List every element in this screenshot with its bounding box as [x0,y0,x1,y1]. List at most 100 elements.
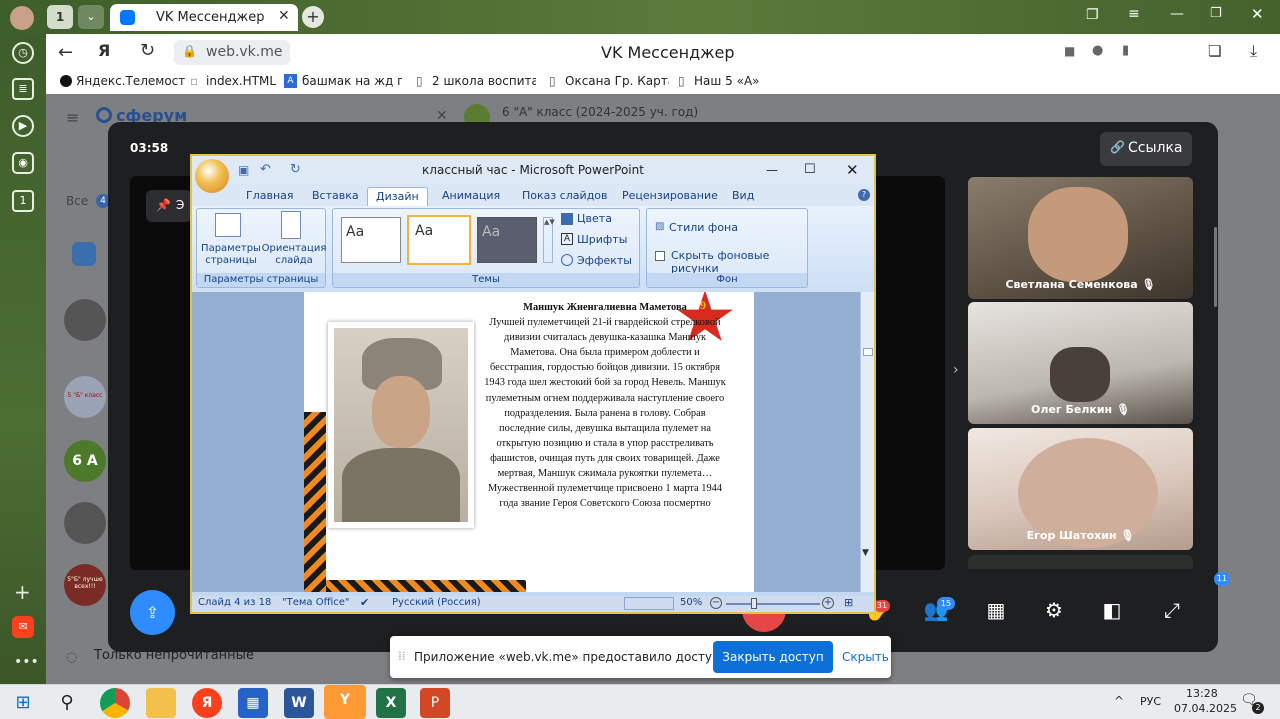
ribbon-tab[interactable]: Рецензирование [614,187,726,206]
url-pill[interactable]: 🔒 web.vk.me [174,40,290,65]
chat-avatar-6a[interactable]: 6 А [64,440,106,482]
vertical-scrollbar[interactable]: ▼ [860,292,874,592]
participant-tile[interactable]: Олег Белкин 🎙 [968,302,1193,424]
chrome-icon[interactable] [100,688,130,718]
fit-window-icon[interactable]: ⊞ [844,596,853,609]
spellcheck-icon[interactable]: ✔ [360,596,369,609]
excel-icon[interactable]: X [376,688,406,718]
drag-handle-icon[interactable]: ⁞⁞ [398,649,406,663]
mail-icon[interactable]: ✉ [12,616,34,638]
fullscreen-button[interactable]: ⤢ [1152,590,1192,630]
tab-count[interactable]: 1 [47,5,73,29]
bookmark-item[interactable]: index.HTML [206,74,276,88]
theme-thumb-selected[interactable]: Aa [407,215,471,265]
participants-button[interactable]: 👥 [916,590,956,630]
ribbon-tab[interactable]: Главная [238,187,302,206]
ribbon-tab[interactable]: Вставка [304,187,367,206]
participant-tile[interactable]: Светлана Семенкова 🎙 [968,177,1193,299]
language[interactable]: Русский (Россия) [392,597,481,608]
microphone-icon[interactable]: ● [1092,43,1103,58]
effects-button[interactable]: Эффекты [577,254,632,267]
add-panel-icon[interactable]: + [14,580,31,604]
bookmark-item[interactable]: Яндекс.Телемост [76,74,185,88]
download-icon[interactable]: ⤓ [1250,41,1257,61]
office-button[interactable] [195,159,229,193]
ribbon-tab[interactable]: Анимация [434,187,508,206]
ribbon-tab[interactable]: Показ слайдов [514,187,616,206]
save-icon[interactable]: ▣ [238,156,249,184]
hamburger-icon[interactable]: ≡ [66,108,79,127]
scroll-thumb[interactable] [863,348,873,356]
hide-button[interactable]: Скрыть [842,650,889,664]
file-explorer-icon[interactable] [146,688,176,718]
tray-expand-icon[interactable]: ^ [1114,694,1124,708]
share-screen-button[interactable]: ⇪ [130,590,175,635]
link-button[interactable]: 🔗 Ссылка [1100,132,1192,166]
fonts-button[interactable]: Шрифты [577,233,627,246]
ppt-close-icon[interactable]: ✕ [846,156,859,184]
play-icon[interactable]: ▶ [12,115,34,137]
search-icon[interactable]: ⚲ [52,688,82,718]
bookmark-item[interactable]: башмак на жд пут [302,74,402,88]
chevron-down-icon[interactable]: ⌄ [78,5,104,29]
back-icon[interactable]: ← [58,42,73,63]
grid-view-button[interactable]: ▦ [976,590,1016,630]
profile-avatar[interactable] [10,6,34,30]
bookmark-item[interactable]: Оксана Гр. Карта [565,74,669,88]
yandex-browser-icon[interactable]: Я [192,688,222,718]
word-icon[interactable]: W [284,688,314,718]
orientation-button[interactable]: Ориентация слайда [261,243,327,267]
pin-button[interactable]: 📌 Э [146,190,192,222]
hide-bg-checkbox[interactable] [655,251,665,261]
layout-button[interactable]: ◧ [1092,590,1132,630]
zoom-in-icon[interactable]: + [822,597,834,609]
tab-one-icon[interactable]: 1 [12,190,34,212]
chat-icon[interactable] [72,242,96,266]
powerpoint-icon[interactable]: P [420,688,450,718]
bookmark-icon[interactable]: ▮ [1122,43,1129,58]
minimize-icon[interactable]: — [1170,6,1184,22]
stop-sharing-button[interactable]: Закрыть доступ [713,641,833,673]
menu-icon[interactable]: ≡ [1128,6,1140,22]
notes-icon[interactable]: ≣ [12,78,34,100]
redo-icon[interactable]: ↻ [290,156,301,184]
scrollbar[interactable] [1214,227,1217,307]
close-tab-icon[interactable]: ✕ [278,8,290,24]
yandex-icon[interactable]: Я [98,41,110,60]
collections-icon[interactable]: ❏ [1208,42,1221,60]
chat-avatar[interactable] [64,299,106,341]
colors-button[interactable]: Цвета [577,212,612,225]
participant-tile[interactable]: Егор Шатохин 🎙 [968,428,1193,550]
active-tab[interactable]: VK Мессенджер ✕ [110,4,298,31]
help-icon[interactable]: ? [858,189,870,201]
chat-avatar-5b[interactable]: 5 "Б" класс [64,376,106,418]
history-icon[interactable]: ◷ [12,42,34,64]
zoom-out-icon[interactable]: − [710,597,722,609]
store-icon[interactable]: ▦ [238,688,268,718]
screenshot-icon[interactable]: ◉ [12,152,34,174]
theme-thumb[interactable]: Aa [477,217,537,263]
yandex-active-icon[interactable]: Y [324,685,366,719]
input-language[interactable]: РУС [1140,695,1161,708]
more-icon[interactable]: ••• [14,654,39,670]
new-tab-button[interactable]: + [302,6,324,28]
zoom-slider-thumb[interactable] [751,598,758,609]
ribbon-tab-active[interactable]: Дизайн [367,187,428,206]
scroll-down-icon[interactable]: ▼ [862,548,869,558]
theme-thumb[interactable]: Aa [341,217,401,263]
zoom-slider[interactable] [726,603,820,605]
settings-button[interactable]: ⚙ [1034,590,1074,630]
view-buttons[interactable] [624,597,674,610]
page-setup-button[interactable]: Параметры страницы [201,243,261,267]
chevron-right-icon[interactable]: › [953,362,959,378]
close-window-icon[interactable]: ✕ [1251,5,1264,23]
camera-icon[interactable]: ■ [1064,44,1075,58]
ppt-maximize-icon[interactable]: ☐ [804,156,816,184]
chat-avatar-5b-best[interactable]: 5"Б" лучше всех!!! [64,564,106,606]
restore-icon[interactable]: ❐ [1210,6,1222,21]
ppt-minimize-icon[interactable]: — [766,156,778,184]
windows-start-icon[interactable]: ⊞ [8,688,38,718]
bookmark-item[interactable]: 2 школа воспитат [432,74,536,88]
bg-styles-button[interactable]: Стили фона [669,221,738,234]
ribbon-tab[interactable]: Вид [724,187,762,206]
